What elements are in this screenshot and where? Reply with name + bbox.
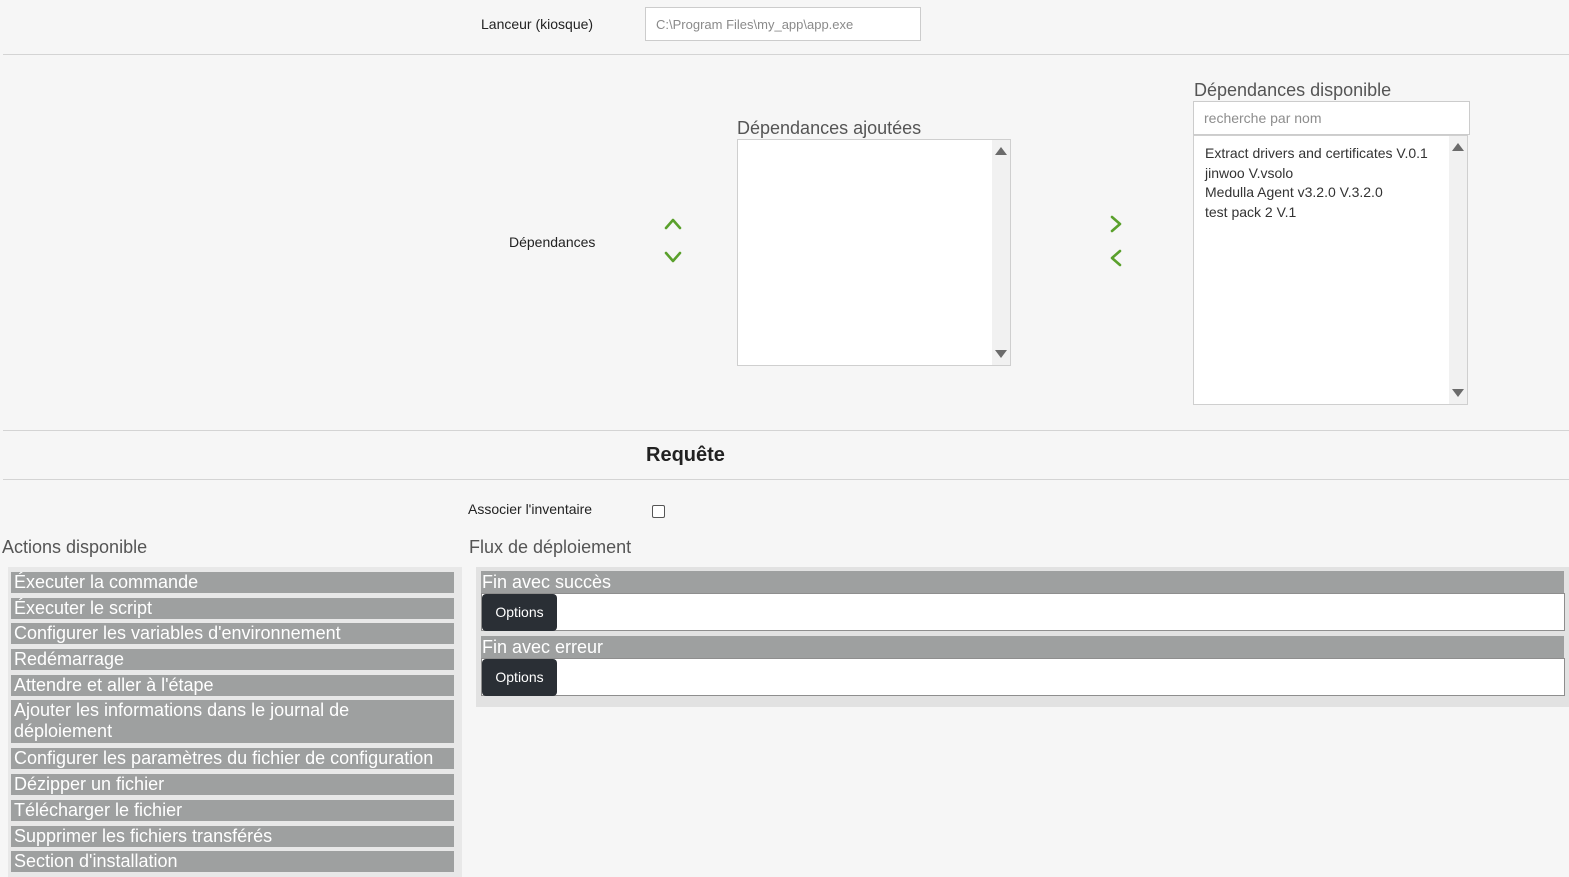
- divider: [3, 54, 1569, 55]
- remove-dependency-button[interactable]: [1105, 247, 1127, 269]
- add-dependency-button[interactable]: [1105, 213, 1127, 235]
- associate-inventory-checkbox[interactable]: [652, 505, 665, 518]
- scrollbar[interactable]: [992, 140, 1010, 365]
- available-dependencies-list[interactable]: Extract drivers and certificates V.0.1 j…: [1193, 135, 1468, 405]
- list-item[interactable]: Extract drivers and certificates V.0.1: [1205, 144, 1428, 164]
- action-item[interactable]: Redémarrage: [11, 649, 454, 670]
- chevron-right-icon: [1110, 215, 1122, 233]
- scrollbar[interactable]: [1449, 136, 1467, 404]
- flow-title: Flux de déploiement: [469, 537, 632, 557]
- launcher-input[interactable]: C:\Program Files\my_app\app.exe: [645, 7, 921, 41]
- actions-panel: Éxecuter la commande Éxecuter le script …: [8, 567, 462, 877]
- dependencies-label: Dépendances: [509, 234, 596, 250]
- flow-step-title[interactable]: Fin avec succès: [481, 571, 1564, 594]
- options-button[interactable]: Options: [482, 659, 557, 696]
- launcher-label: Lanceur (kiosque): [481, 16, 594, 32]
- action-item[interactable]: Ajouter les informations dans le journal…: [11, 700, 454, 743]
- chevron-left-icon: [1110, 249, 1122, 267]
- flow-step-body: Options: [481, 593, 1565, 631]
- action-item[interactable]: Attendre et aller à l'étape: [11, 675, 454, 696]
- options-button[interactable]: Options: [482, 594, 557, 631]
- scroll-up-icon[interactable]: [1452, 143, 1464, 151]
- move-down-button[interactable]: [662, 246, 684, 268]
- added-dependencies-title: Dépendances ajoutées: [737, 118, 922, 138]
- chevron-down-icon: [664, 251, 682, 263]
- action-item[interactable]: Éxecuter la commande: [11, 572, 454, 593]
- request-title: Requête: [646, 444, 725, 466]
- flow-step-body: Options: [481, 658, 1565, 696]
- list-item[interactable]: test pack 2 V.1: [1205, 203, 1428, 223]
- divider: [3, 430, 1569, 431]
- action-item[interactable]: Télécharger le fichier: [11, 800, 454, 821]
- list-item[interactable]: Medulla Agent v3.2.0 V.3.2.0: [1205, 183, 1428, 203]
- list-item[interactable]: jinwoo V.vsolo: [1205, 164, 1428, 184]
- divider: [3, 479, 1569, 480]
- dependency-search-input[interactable]: recherche par nom: [1193, 101, 1470, 135]
- flow-step-title[interactable]: Fin avec erreur: [481, 636, 1564, 659]
- scroll-down-icon[interactable]: [995, 350, 1007, 358]
- available-dependencies-title: Dépendances disponible: [1194, 80, 1392, 100]
- action-item[interactable]: Dézipper un fichier: [11, 774, 454, 795]
- action-item[interactable]: Section d'installation: [11, 851, 454, 872]
- action-item[interactable]: Supprimer les fichiers transférés: [11, 826, 454, 847]
- flow-panel: Fin avec succès Options Fin avec erreur …: [476, 567, 1569, 707]
- associate-inventory-label: Associer l'inventaire: [468, 501, 593, 517]
- actions-title: Actions disponible: [2, 537, 148, 557]
- action-item[interactable]: Éxecuter le script: [11, 598, 454, 619]
- scroll-up-icon[interactable]: [995, 147, 1007, 155]
- move-up-button[interactable]: [662, 213, 684, 235]
- added-dependencies-list[interactable]: [737, 139, 1011, 366]
- chevron-up-icon: [664, 218, 682, 230]
- scroll-down-icon[interactable]: [1452, 389, 1464, 397]
- action-item[interactable]: Configurer les paramètres du fichier de …: [11, 748, 454, 769]
- action-item[interactable]: Configurer les variables d'environnement: [11, 623, 454, 644]
